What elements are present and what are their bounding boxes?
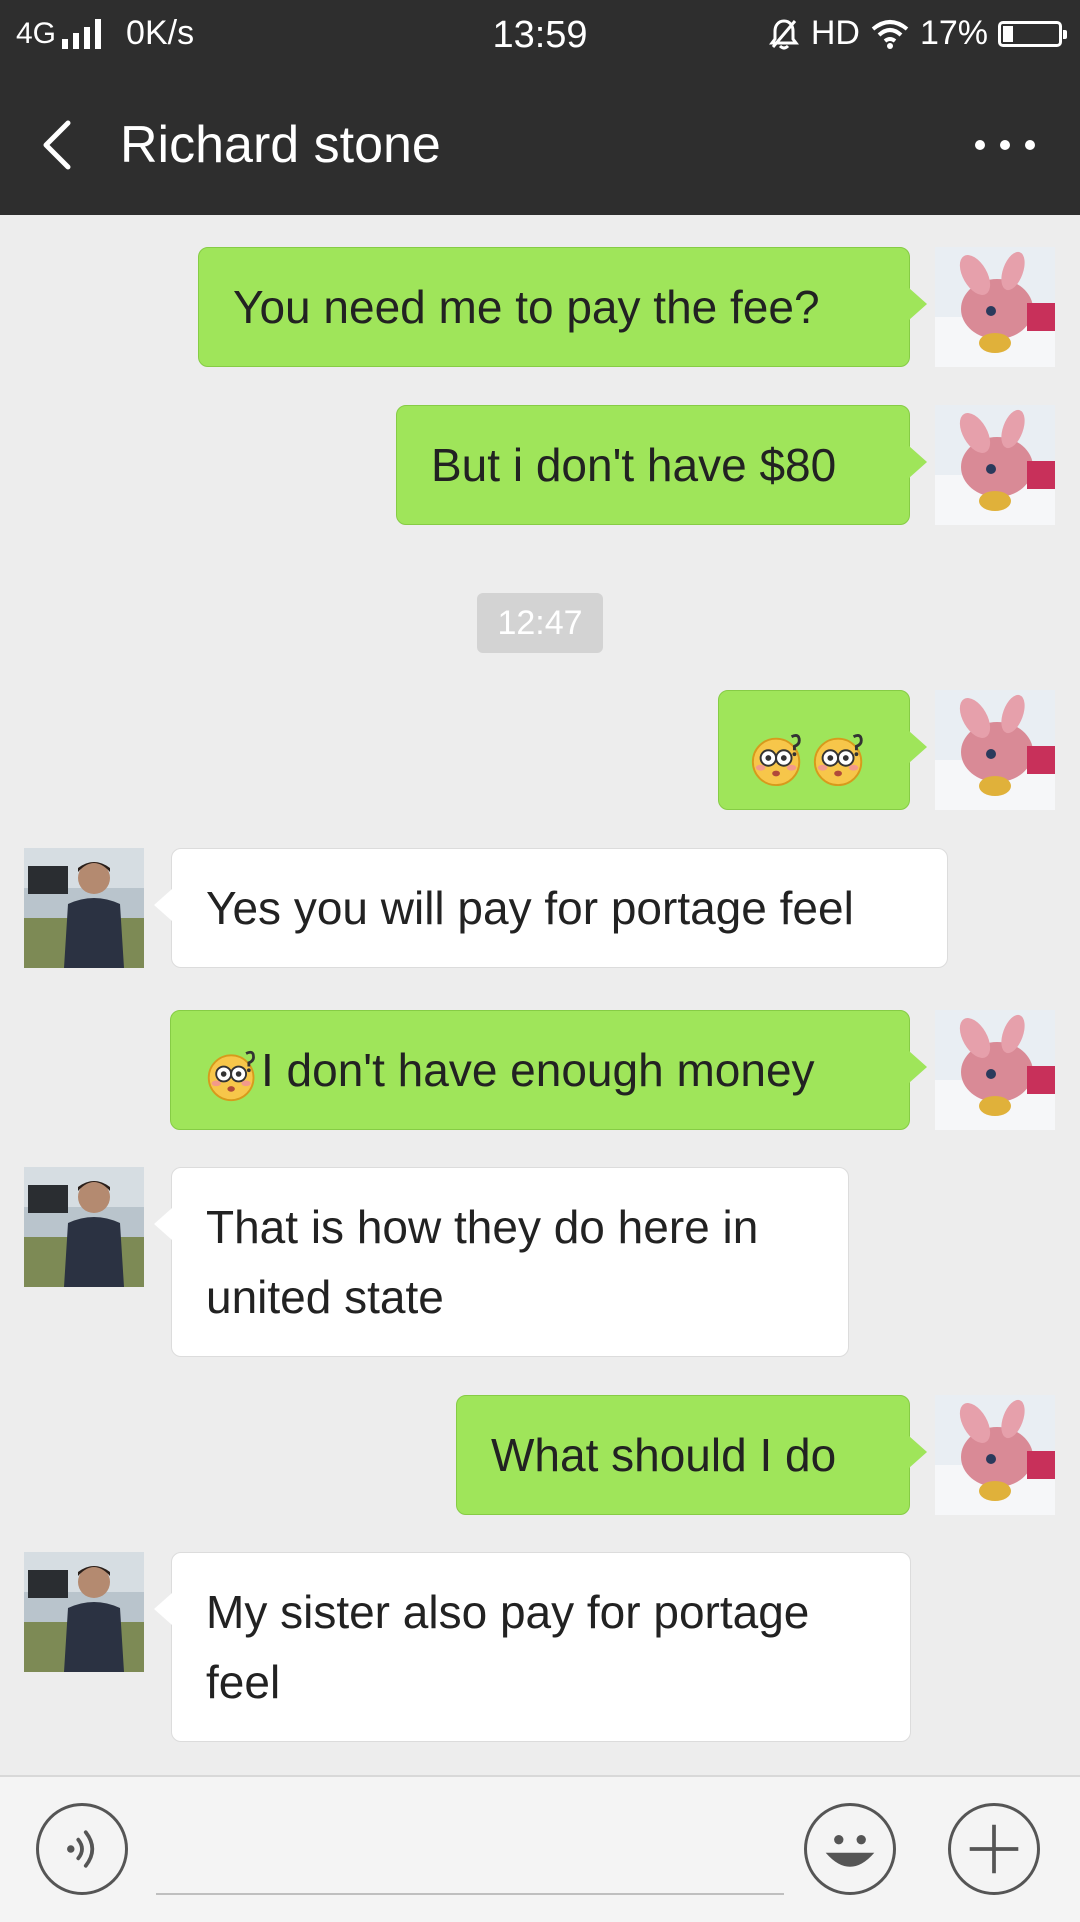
status-right: HD 17% bbox=[757, 14, 1067, 53]
message-text: You need me to pay the fee? bbox=[233, 281, 820, 333]
contact-avatar[interactable] bbox=[24, 1552, 144, 1672]
my-avatar[interactable] bbox=[935, 1010, 1055, 1130]
contact-avatar[interactable] bbox=[24, 848, 144, 968]
input-bar bbox=[0, 1775, 1080, 1922]
wifi-icon bbox=[871, 19, 909, 49]
contact-message-bubble[interactable]: My sister also pay for portage feel bbox=[154, 1552, 911, 1742]
battery-level bbox=[1003, 25, 1013, 42]
dizzy-face-emoji-icon bbox=[205, 1046, 261, 1102]
smiley-icon[interactable] bbox=[804, 1803, 896, 1895]
message-text: Yes you will pay for portage feel bbox=[206, 882, 854, 934]
message-input[interactable] bbox=[156, 1807, 784, 1895]
contact-avatar[interactable] bbox=[24, 1167, 144, 1287]
battery-icon bbox=[998, 20, 1067, 47]
mute-bell-icon bbox=[768, 18, 799, 49]
chat-area[interactable]: You need me to pay the fee? But i don't … bbox=[0, 215, 1080, 1775]
my-avatar[interactable] bbox=[935, 247, 1055, 367]
more-dots-icon[interactable] bbox=[970, 125, 1040, 165]
contact-message-bubble[interactable]: That is how they do here in united state bbox=[154, 1167, 849, 1357]
timestamp-chip: 12:47 bbox=[477, 593, 603, 653]
my-message-bubble[interactable] bbox=[718, 690, 927, 810]
my-avatar[interactable] bbox=[935, 690, 1055, 810]
contact-message-bubble[interactable]: Yes you will pay for portage feel bbox=[154, 848, 948, 968]
message-text: I don't have enough money bbox=[261, 1044, 815, 1096]
my-message-bubble[interactable]: But i don't have $80 bbox=[396, 405, 927, 525]
plus-icon[interactable] bbox=[948, 1803, 1040, 1895]
chevron-left-icon[interactable] bbox=[36, 115, 86, 175]
my-message-bubble[interactable]: You need me to pay the fee? bbox=[198, 247, 927, 367]
my-message-bubble[interactable]: I don't have enough money bbox=[170, 1010, 927, 1130]
message-text: But i don't have $80 bbox=[431, 439, 837, 491]
status-bar: 4G 0K/s 13:59 HD 17% bbox=[0, 0, 1080, 75]
hd-badge: HD bbox=[810, 14, 860, 52]
chat-title: Richard stone bbox=[120, 116, 441, 174]
my-message-bubble[interactable]: What should I do bbox=[456, 1395, 927, 1515]
my-avatar[interactable] bbox=[935, 405, 1055, 525]
dizzy-face-emoji-icon bbox=[811, 729, 869, 787]
message-text: My sister also pay for portage feel bbox=[206, 1586, 810, 1708]
my-avatar[interactable] bbox=[935, 1395, 1055, 1515]
battery-percent: 17% bbox=[919, 14, 988, 52]
chat-header: Richard stone bbox=[0, 75, 1080, 215]
message-text: What should I do bbox=[491, 1429, 837, 1481]
voice-icon[interactable] bbox=[36, 1803, 128, 1895]
message-text: That is how they do here in united state bbox=[206, 1201, 759, 1323]
dizzy-face-emoji-icon bbox=[749, 729, 807, 787]
